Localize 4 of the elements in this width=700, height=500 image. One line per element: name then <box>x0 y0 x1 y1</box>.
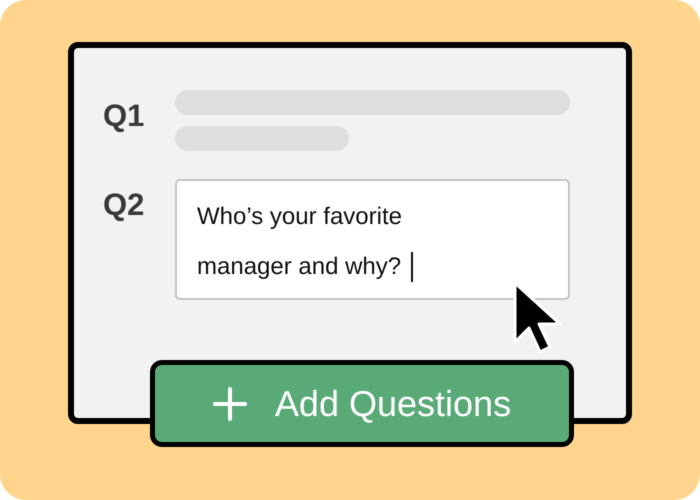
question-label: Q2 <box>103 186 146 220</box>
plus-icon <box>212 386 247 420</box>
answer-field[interactable]: Who’s your favorite manager and why? <box>175 179 570 300</box>
question-label: Q1 <box>103 97 146 131</box>
